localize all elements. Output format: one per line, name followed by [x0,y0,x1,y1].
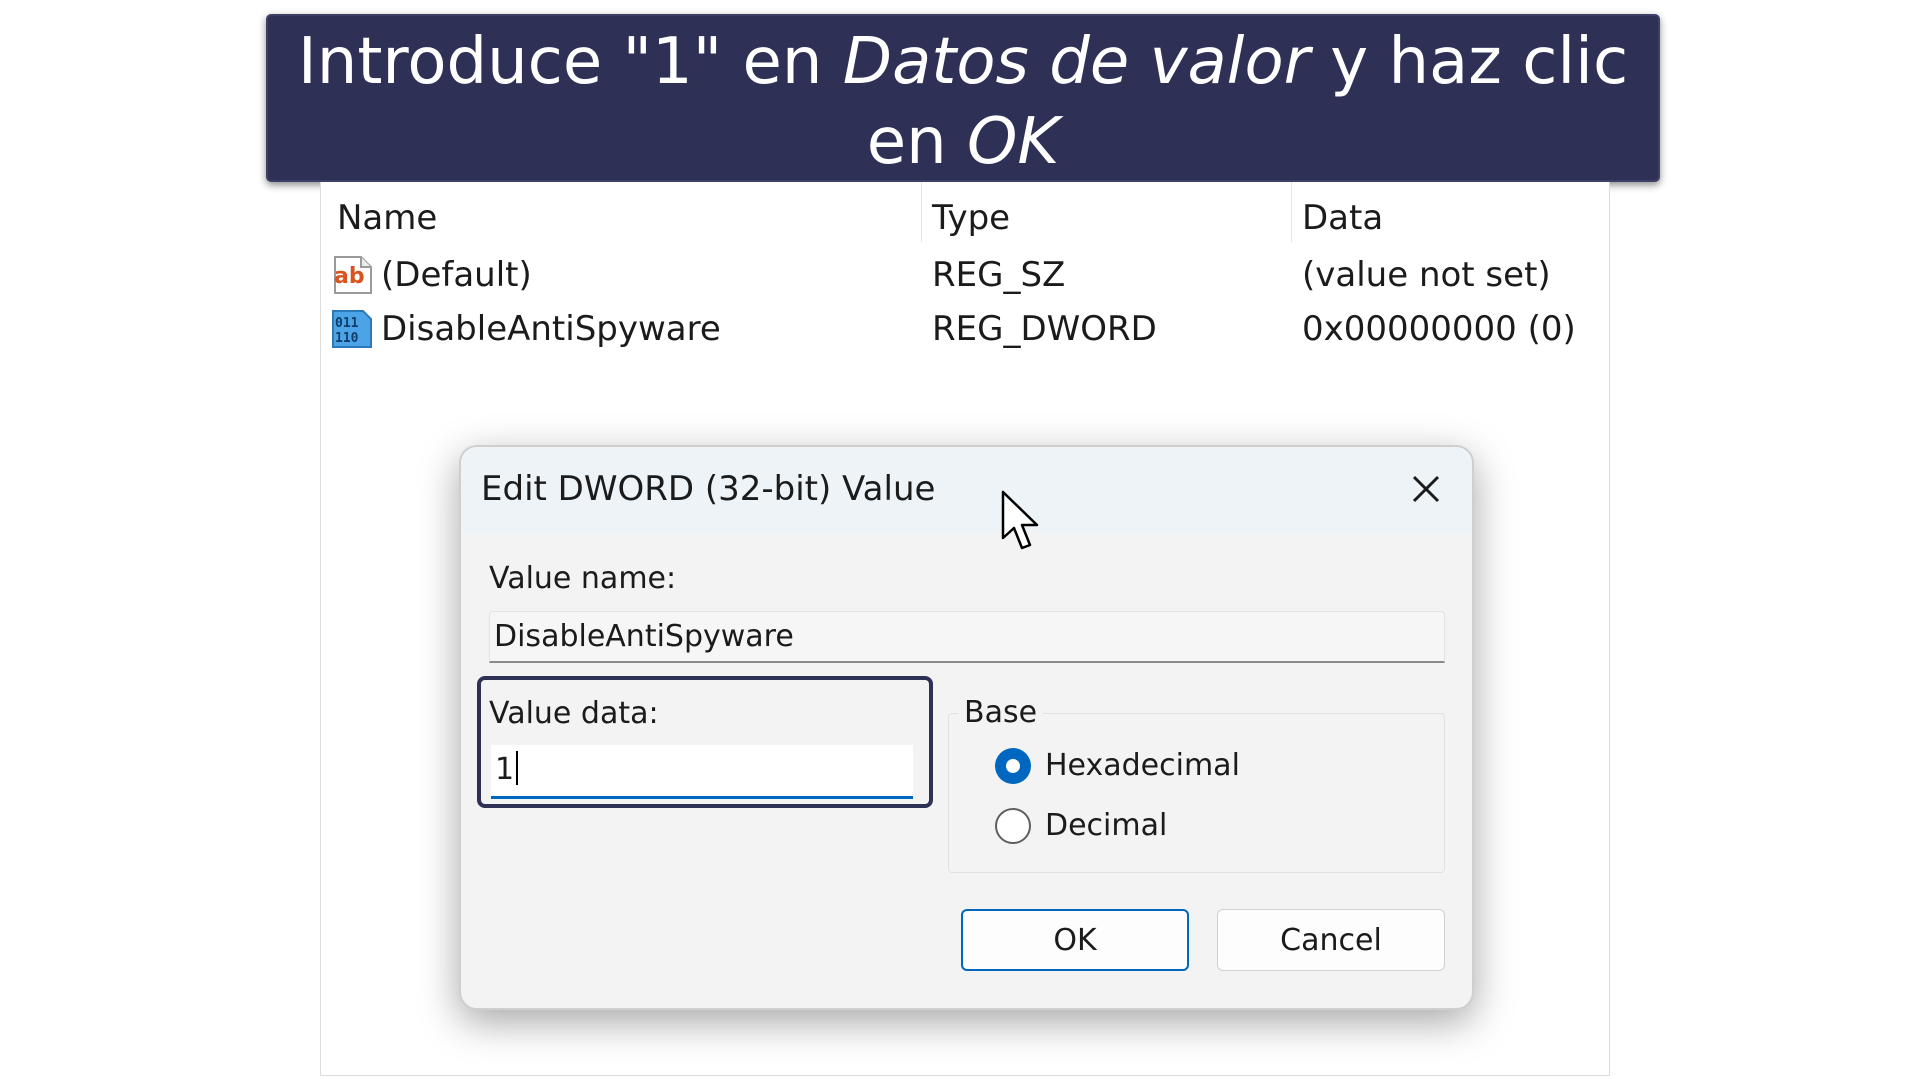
registry-row-data: (value not set) [1302,255,1551,295]
banner-text-italic-2: OK [966,105,1060,179]
ok-button[interactable]: OK [961,909,1189,971]
registry-row-name: (Default) [381,255,532,295]
column-header-data[interactable]: Data [1302,198,1383,238]
radio-label-decimal: Decimal [1045,808,1168,843]
svg-text:110: 110 [335,331,359,346]
value-data-text: 1 [495,752,515,787]
mouse-cursor-icon [1001,490,1039,550]
svg-text:ab: ab [334,264,365,289]
column-separator[interactable] [921,182,922,242]
dialog-titlebar[interactable]: Edit DWORD (32-bit) Value [461,447,1472,533]
banner-text-1: Introduce "1" en [297,25,843,99]
value-name-field[interactable]: DisableAntiSpyware [489,611,1445,663]
registry-row-default[interactable]: ab (Default) REG_SZ (value not set) [329,250,1599,300]
radio-unselected-icon[interactable] [993,806,1033,846]
registry-row-type: REG_SZ [932,255,1066,295]
registry-row-type: REG_DWORD [932,309,1157,349]
column-header-type[interactable]: Type [932,198,1010,238]
base-label: Base [958,695,1044,730]
text-caret [516,751,519,785]
registry-row-disableantispyware[interactable]: 011 110 DisableAntiSpyware REG_DWORD 0x0… [329,304,1599,354]
binary-value-icon: 011 110 [332,310,372,348]
registry-row-data: 0x00000000 (0) [1302,309,1576,349]
close-icon[interactable] [1394,457,1458,521]
cancel-button[interactable]: Cancel [1217,909,1445,971]
radio-label-hexadecimal: Hexadecimal [1045,748,1240,783]
banner-text-italic-1: Datos de valor [842,25,1310,99]
value-data-label: Value data: [489,696,659,731]
base-group [948,713,1445,873]
dialog-title: Edit DWORD (32-bit) Value [481,469,936,509]
svg-text:011: 011 [335,316,359,331]
edit-dword-dialog: Edit DWORD (32-bit) Value Value name: Di… [459,445,1474,1010]
radio-selected-icon[interactable] [993,746,1033,786]
instruction-banner: Introduce "1" en Datos de valor y haz cl… [266,14,1660,182]
string-value-icon: ab [334,256,372,294]
column-separator[interactable] [1291,182,1292,242]
value-data-input[interactable]: 1 [491,745,913,799]
column-header-name[interactable]: Name [337,198,437,238]
value-name-label: Value name: [489,561,677,596]
registry-row-name: DisableAntiSpyware [381,309,721,349]
